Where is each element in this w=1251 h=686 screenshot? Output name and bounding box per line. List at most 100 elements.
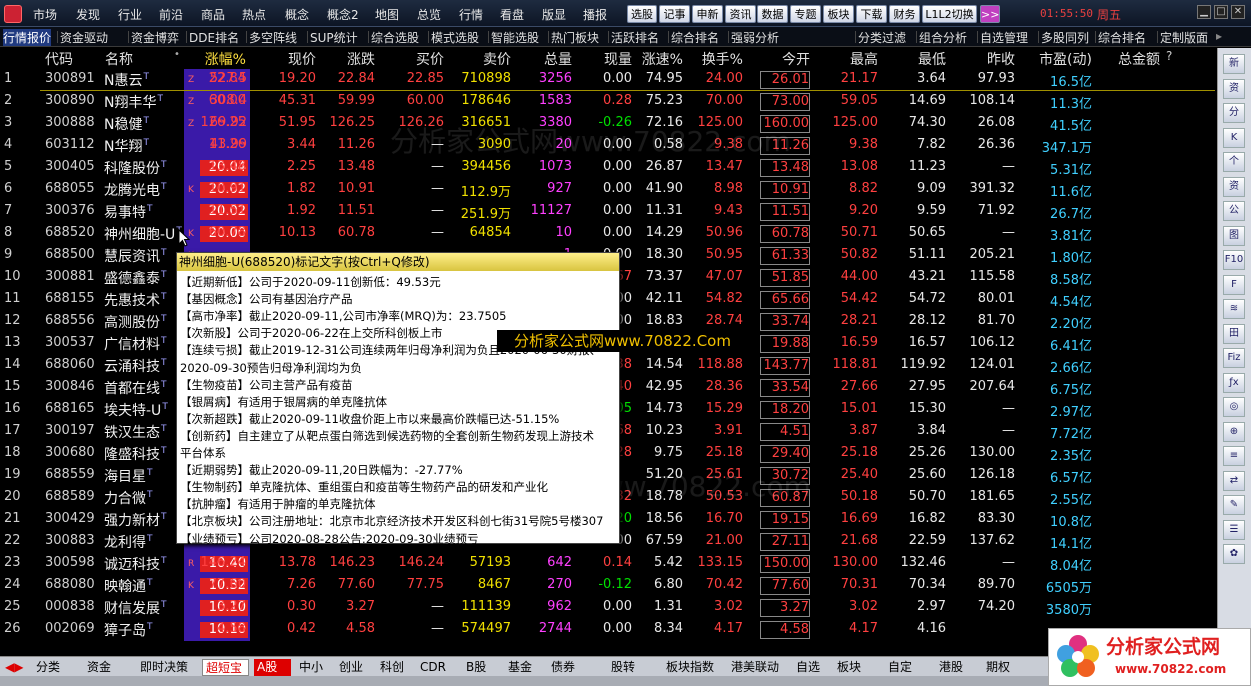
tool-button-icon[interactable]: 图: [1223, 225, 1245, 246]
function-button[interactable]: 板块: [823, 5, 854, 23]
stock-name[interactable]: N稳健T: [104, 114, 149, 134]
column-header[interactable]: 最高: [818, 49, 878, 69]
menu-item[interactable]: 行业: [118, 6, 142, 23]
tool-button-icon[interactable]: F10: [1223, 250, 1245, 270]
stock-name[interactable]: 高测股份T: [104, 312, 167, 332]
stock-name[interactable]: 埃夫特-UT: [104, 400, 168, 420]
subtab[interactable]: 多空阵线: [249, 29, 297, 46]
stock-name[interactable]: 先惠技术T: [104, 290, 167, 310]
menu-item[interactable]: 发现: [76, 6, 100, 23]
stock-name[interactable]: 首都在线T: [104, 378, 167, 398]
bottom-tab[interactable]: 期权: [983, 659, 1023, 676]
column-header[interactable]: 买价: [384, 49, 444, 69]
menu-item[interactable]: 地图: [375, 6, 399, 23]
menu-item[interactable]: 商品: [201, 6, 225, 23]
subtab[interactable]: 资金博弈: [131, 29, 179, 46]
table-row[interactable]: 26 002069 獐子岛T 10.10 4.58 0.42 4.58—574497 2744…: [0, 619, 1215, 641]
maximize-icon[interactable]: □: [1214, 5, 1228, 19]
stock-name[interactable]: 易事特T: [104, 202, 153, 222]
column-header[interactable]: 昨收: [955, 49, 1015, 69]
stock-name[interactable]: 龙利得T: [104, 532, 153, 552]
subtab[interactable]: 多股同列: [1041, 29, 1089, 46]
stock-name[interactable]: 獐子岛T: [104, 620, 153, 640]
bottom-tab[interactable]: 科创: [377, 659, 412, 676]
function-button[interactable]: 财务: [889, 5, 920, 23]
bottom-tab[interactable]: 即时决策: [137, 659, 197, 676]
stock-name[interactable]: 盛德鑫泰T: [104, 268, 167, 288]
column-header[interactable]: 最低: [886, 49, 946, 69]
subtab[interactable]: 智能选股: [491, 29, 539, 46]
tool-button-icon[interactable]: ◎: [1223, 397, 1245, 417]
column-header[interactable]: 代码: [45, 49, 73, 69]
subtab[interactable]: SUP统计: [310, 29, 358, 46]
bottom-tab[interactable]: 自选: [793, 659, 828, 676]
column-header[interactable]: 现价: [256, 49, 316, 69]
bottom-tab[interactable]: B股: [463, 659, 499, 676]
menu-item[interactable]: 概念: [285, 6, 309, 23]
menu-item[interactable]: 热点: [242, 6, 266, 23]
tool-button-icon[interactable]: 分: [1223, 103, 1245, 123]
subtab[interactable]: 资金驱动: [60, 29, 108, 46]
function-button[interactable]: L1L2切换: [922, 5, 977, 23]
menu-item[interactable]: 总览: [417, 6, 441, 23]
subtab[interactable]: 强弱分析: [731, 29, 779, 46]
tool-button-icon[interactable]: 田: [1223, 323, 1245, 344]
close-icon[interactable]: ✕: [1231, 5, 1245, 19]
function-button[interactable]: >>: [980, 5, 1000, 23]
tool-button-icon[interactable]: ⇄: [1223, 470, 1245, 491]
bottom-tab[interactable]: 板块指数: [663, 659, 723, 676]
bottom-tab[interactable]: 分类: [33, 659, 79, 676]
menu-item[interactable]: 市场: [33, 6, 57, 23]
subtab[interactable]: 活跃排名: [611, 29, 659, 46]
menu-item[interactable]: 版显: [542, 6, 566, 23]
tool-button-icon[interactable]: ≋: [1223, 299, 1245, 319]
tool-button-icon[interactable]: ƒx: [1223, 372, 1245, 393]
subtab[interactable]: 自选管理: [980, 29, 1028, 46]
menu-item[interactable]: 播报: [583, 6, 607, 23]
function-button[interactable]: 选股: [627, 5, 657, 23]
column-header[interactable]: 今开: [750, 49, 810, 69]
column-header[interactable]: 总量: [512, 49, 572, 69]
column-header[interactable]: 涨速%: [623, 49, 683, 69]
stock-name[interactable]: 广信材料T: [104, 334, 167, 354]
tool-button-icon[interactable]: ✿: [1223, 544, 1245, 564]
column-header[interactable]: 总金额: [1100, 49, 1160, 69]
stock-name[interactable]: 龙腾光电T: [104, 180, 167, 200]
function-button[interactable]: 资讯: [725, 5, 756, 23]
function-button[interactable]: 数据: [757, 5, 788, 23]
tool-button-icon[interactable]: 公: [1223, 201, 1245, 221]
bottom-tab[interactable]: CDR: [417, 659, 458, 676]
bottom-tab[interactable]: A股: [254, 659, 291, 676]
stock-name[interactable]: 诚迈科技T: [104, 554, 167, 574]
stock-name[interactable]: 海目星T: [104, 466, 153, 486]
stock-name[interactable]: 隆盛科技T: [104, 444, 167, 464]
function-button[interactable]: 记事: [659, 5, 690, 23]
stock-name[interactable]: 力合微T: [104, 488, 153, 508]
stock-name[interactable]: N华翔T: [104, 136, 149, 156]
menu-item[interactable]: 行情: [459, 6, 483, 23]
tool-button-icon[interactable]: 个: [1223, 152, 1245, 172]
stock-name[interactable]: 映翰通T: [104, 576, 153, 596]
subtab[interactable]: 热门板块: [551, 29, 599, 46]
column-header[interactable]: 卖价: [451, 49, 511, 69]
tool-button-icon[interactable]: 资: [1223, 78, 1245, 99]
tool-button-icon[interactable]: Fiz: [1223, 348, 1245, 368]
app-logo-icon[interactable]: [4, 5, 22, 23]
column-header[interactable]: 市盈(动): [1032, 49, 1092, 69]
subtab[interactable]: DDE排名: [189, 29, 239, 46]
tool-button-icon[interactable]: 资: [1223, 176, 1245, 197]
subtab[interactable]: 行情报价: [3, 29, 52, 46]
bottom-tab[interactable]: 债券: [548, 659, 603, 676]
bottom-tab[interactable]: 超短宝: [202, 659, 249, 676]
table-row[interactable]: 5 300405 科隆股份T 20.04 13.48 2.25 13.48—394456 10…: [0, 157, 1215, 179]
stock-name[interactable]: N惠云T: [104, 70, 149, 90]
table-row[interactable]: 23 300598 诚迈科技T R 10.40 146.24 13.78 146.23 146.…: [0, 553, 1215, 575]
table-row[interactable]: 2 300890 N翔丰华T Z 308.4 60.00 45.31 59.99 60.00 17…: [0, 91, 1215, 113]
tab-arrow-icon[interactable]: ▸: [1216, 29, 1222, 43]
bottom-tab[interactable]: 资金: [84, 659, 132, 676]
stock-name[interactable]: 神州细胞-UT: [104, 224, 182, 244]
subtab[interactable]: 组合分析: [919, 29, 967, 46]
column-header[interactable]: 名称: [105, 49, 133, 69]
subtab[interactable]: 综合选股: [371, 29, 419, 46]
stock-name[interactable]: 科隆股份T: [104, 158, 167, 178]
